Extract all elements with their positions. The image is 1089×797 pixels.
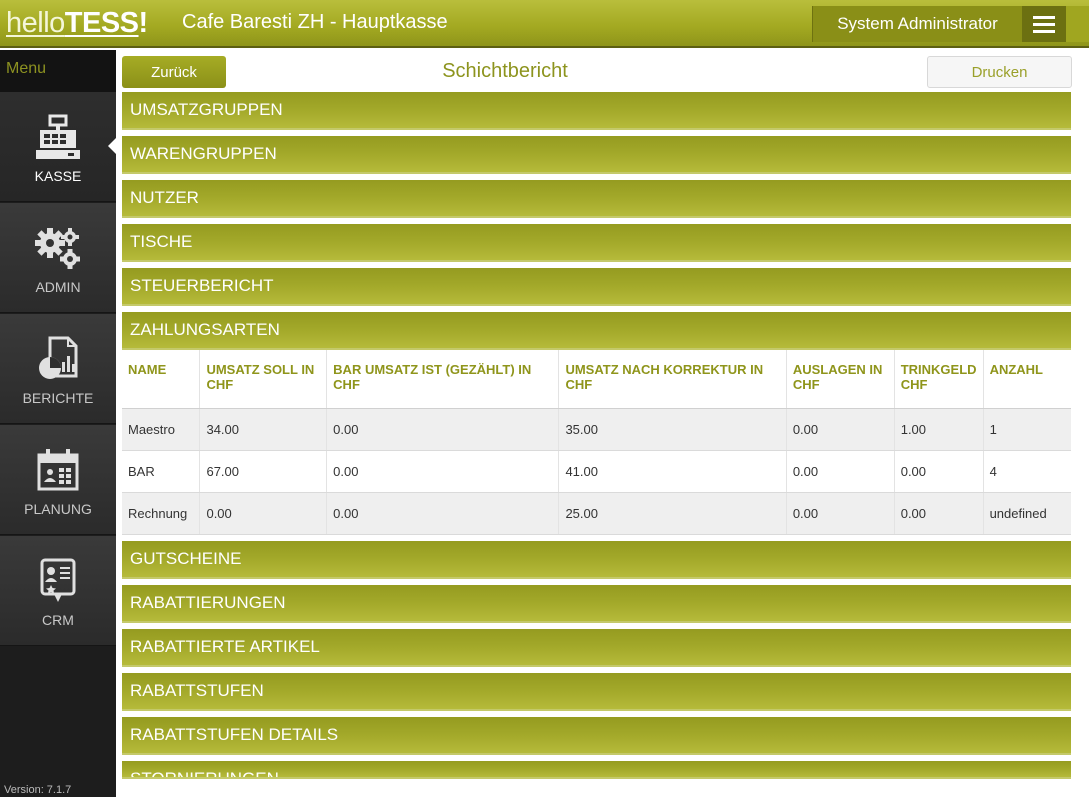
top-bar: hello TESS! Cafe Baresti ZH - Hauptkasse … [0, 0, 1089, 48]
sidebar-item-label: PLANUNG [24, 501, 92, 517]
section-tische[interactable]: TISCHE [122, 224, 1071, 262]
table-cell: Maestro [122, 408, 201, 451]
report-sections: UMSATZGRUPPEN WARENGRUPPEN NUTZER TISCHE… [122, 92, 1071, 785]
sidebar-item-label: ADMIN [35, 279, 81, 295]
sidebar-item-berichte[interactable]: BERICHTE [0, 314, 116, 424]
column-header[interactable]: NAME [122, 350, 201, 409]
contact-card-icon [40, 558, 76, 602]
column-header[interactable]: ANZAHL [983, 350, 1071, 409]
section-stornierungen[interactable]: STORNIERUNGEN [122, 760, 1071, 779]
sidebar-item-label: CRM [42, 612, 74, 628]
table-cell: 0.00 [199, 492, 328, 535]
cash-register-icon [36, 114, 80, 159]
table-cell: 0.00 [894, 492, 984, 535]
logo-bang-text: ! [138, 7, 149, 39]
sidebar-item-kasse[interactable]: KASSE [0, 92, 116, 202]
active-indicator [108, 138, 116, 154]
back-button[interactable]: Zurück [122, 56, 226, 88]
column-header[interactable]: TRINKGELD CHF [894, 350, 984, 409]
column-header[interactable]: UMSATZ NACH KORREKTUR IN CHF [558, 350, 787, 409]
hamburger-menu-icon[interactable] [1022, 6, 1066, 42]
gears-icon [35, 228, 80, 269]
menu-label: Menu [0, 50, 116, 92]
table-header-row: NAME UMSATZ SOLL IN CHF BAR UMSATZ IST (… [122, 350, 1071, 409]
table-cell: 67.00 [199, 450, 328, 493]
app-title: Cafe Baresti ZH - Hauptkasse [182, 11, 448, 33]
table-cell: 1.00 [894, 408, 984, 451]
sidebar-item-crm[interactable]: CRM [0, 536, 116, 646]
table-cell: undefined [983, 492, 1071, 535]
topbar-edge [1066, 6, 1089, 42]
sidebar-item-label: KASSE [34, 168, 82, 184]
sidebar-item-label: BERICHTE [22, 390, 94, 406]
table-row: BAR 67.00 0.00 41.00 0.00 0.00 4 [122, 450, 1071, 493]
section-nutzer[interactable]: NUTZER [122, 180, 1071, 218]
hellotess-logo[interactable]: hello TESS! [6, 6, 148, 40]
table-cell: 25.00 [558, 492, 787, 535]
payment-methods-table: NAME UMSATZ SOLL IN CHF BAR UMSATZ IST (… [122, 350, 1071, 535]
section-rabattierte-artikel[interactable]: RABATTIERTE ARTIKEL [122, 628, 1071, 667]
section-rabattstufen[interactable]: RABATTSTUFEN [122, 672, 1071, 711]
table-cell: Rechnung [122, 492, 201, 535]
column-header[interactable]: UMSATZ SOLL IN CHF [199, 350, 328, 409]
table-cell: 0.00 [326, 450, 560, 493]
table-cell: 0.00 [786, 408, 895, 451]
column-header[interactable]: AUSLAGEN IN CHF [786, 350, 895, 409]
table-cell: 1 [983, 408, 1071, 451]
table-row: Maestro 34.00 0.00 35.00 0.00 1.00 1 [122, 408, 1071, 451]
section-rabattstufen-details[interactable]: RABATTSTUFEN DETAILS [122, 716, 1071, 755]
section-steuerbericht[interactable]: STEUERBERICHT [122, 268, 1071, 306]
sidebar: Menu KASSE ADMIN BERICHTE PLANUNG CRM Ve… [0, 50, 116, 797]
logo-tess-text: TESS [64, 7, 139, 39]
version-label: Version: 7.1.7 [4, 784, 72, 796]
section-gutscheine[interactable]: GUTSCHEINE [122, 540, 1071, 579]
section-zahlungsarten[interactable]: ZAHLUNGSARTEN [122, 312, 1071, 350]
print-button[interactable]: Drucken [927, 56, 1072, 88]
section-warengruppen[interactable]: WARENGRUPPEN [122, 136, 1071, 174]
table-cell: 0.00 [786, 492, 895, 535]
table-cell: 0.00 [786, 450, 895, 493]
table-cell: 41.00 [558, 450, 787, 493]
table-cell: 0.00 [326, 408, 560, 451]
sidebar-item-admin[interactable]: ADMIN [0, 203, 116, 313]
section-rabattierungen[interactable]: RABATTIERUNGEN [122, 584, 1071, 623]
table-cell: 35.00 [558, 408, 787, 451]
table-cell: 34.00 [199, 408, 328, 451]
table-row: Rechnung 0.00 0.00 25.00 0.00 0.00 undef… [122, 492, 1071, 535]
column-header[interactable]: BAR UMSATZ IST (GEZÄHLT) IN CHF [326, 350, 560, 409]
table-cell: 0.00 [894, 450, 984, 493]
table-cell: BAR [122, 450, 201, 493]
logo-hello-text: hello [6, 7, 65, 39]
sidebar-item-planung[interactable]: PLANUNG [0, 425, 116, 535]
table-cell: 0.00 [326, 492, 560, 535]
report-icon [39, 336, 78, 379]
table-cell: 4 [983, 450, 1071, 493]
calendar-icon [37, 449, 79, 491]
user-menu-button[interactable]: System Administrator [812, 6, 1022, 42]
page-title: Schichtbericht [442, 60, 568, 82]
section-umsatzgruppen[interactable]: UMSATZGRUPPEN [122, 92, 1071, 130]
